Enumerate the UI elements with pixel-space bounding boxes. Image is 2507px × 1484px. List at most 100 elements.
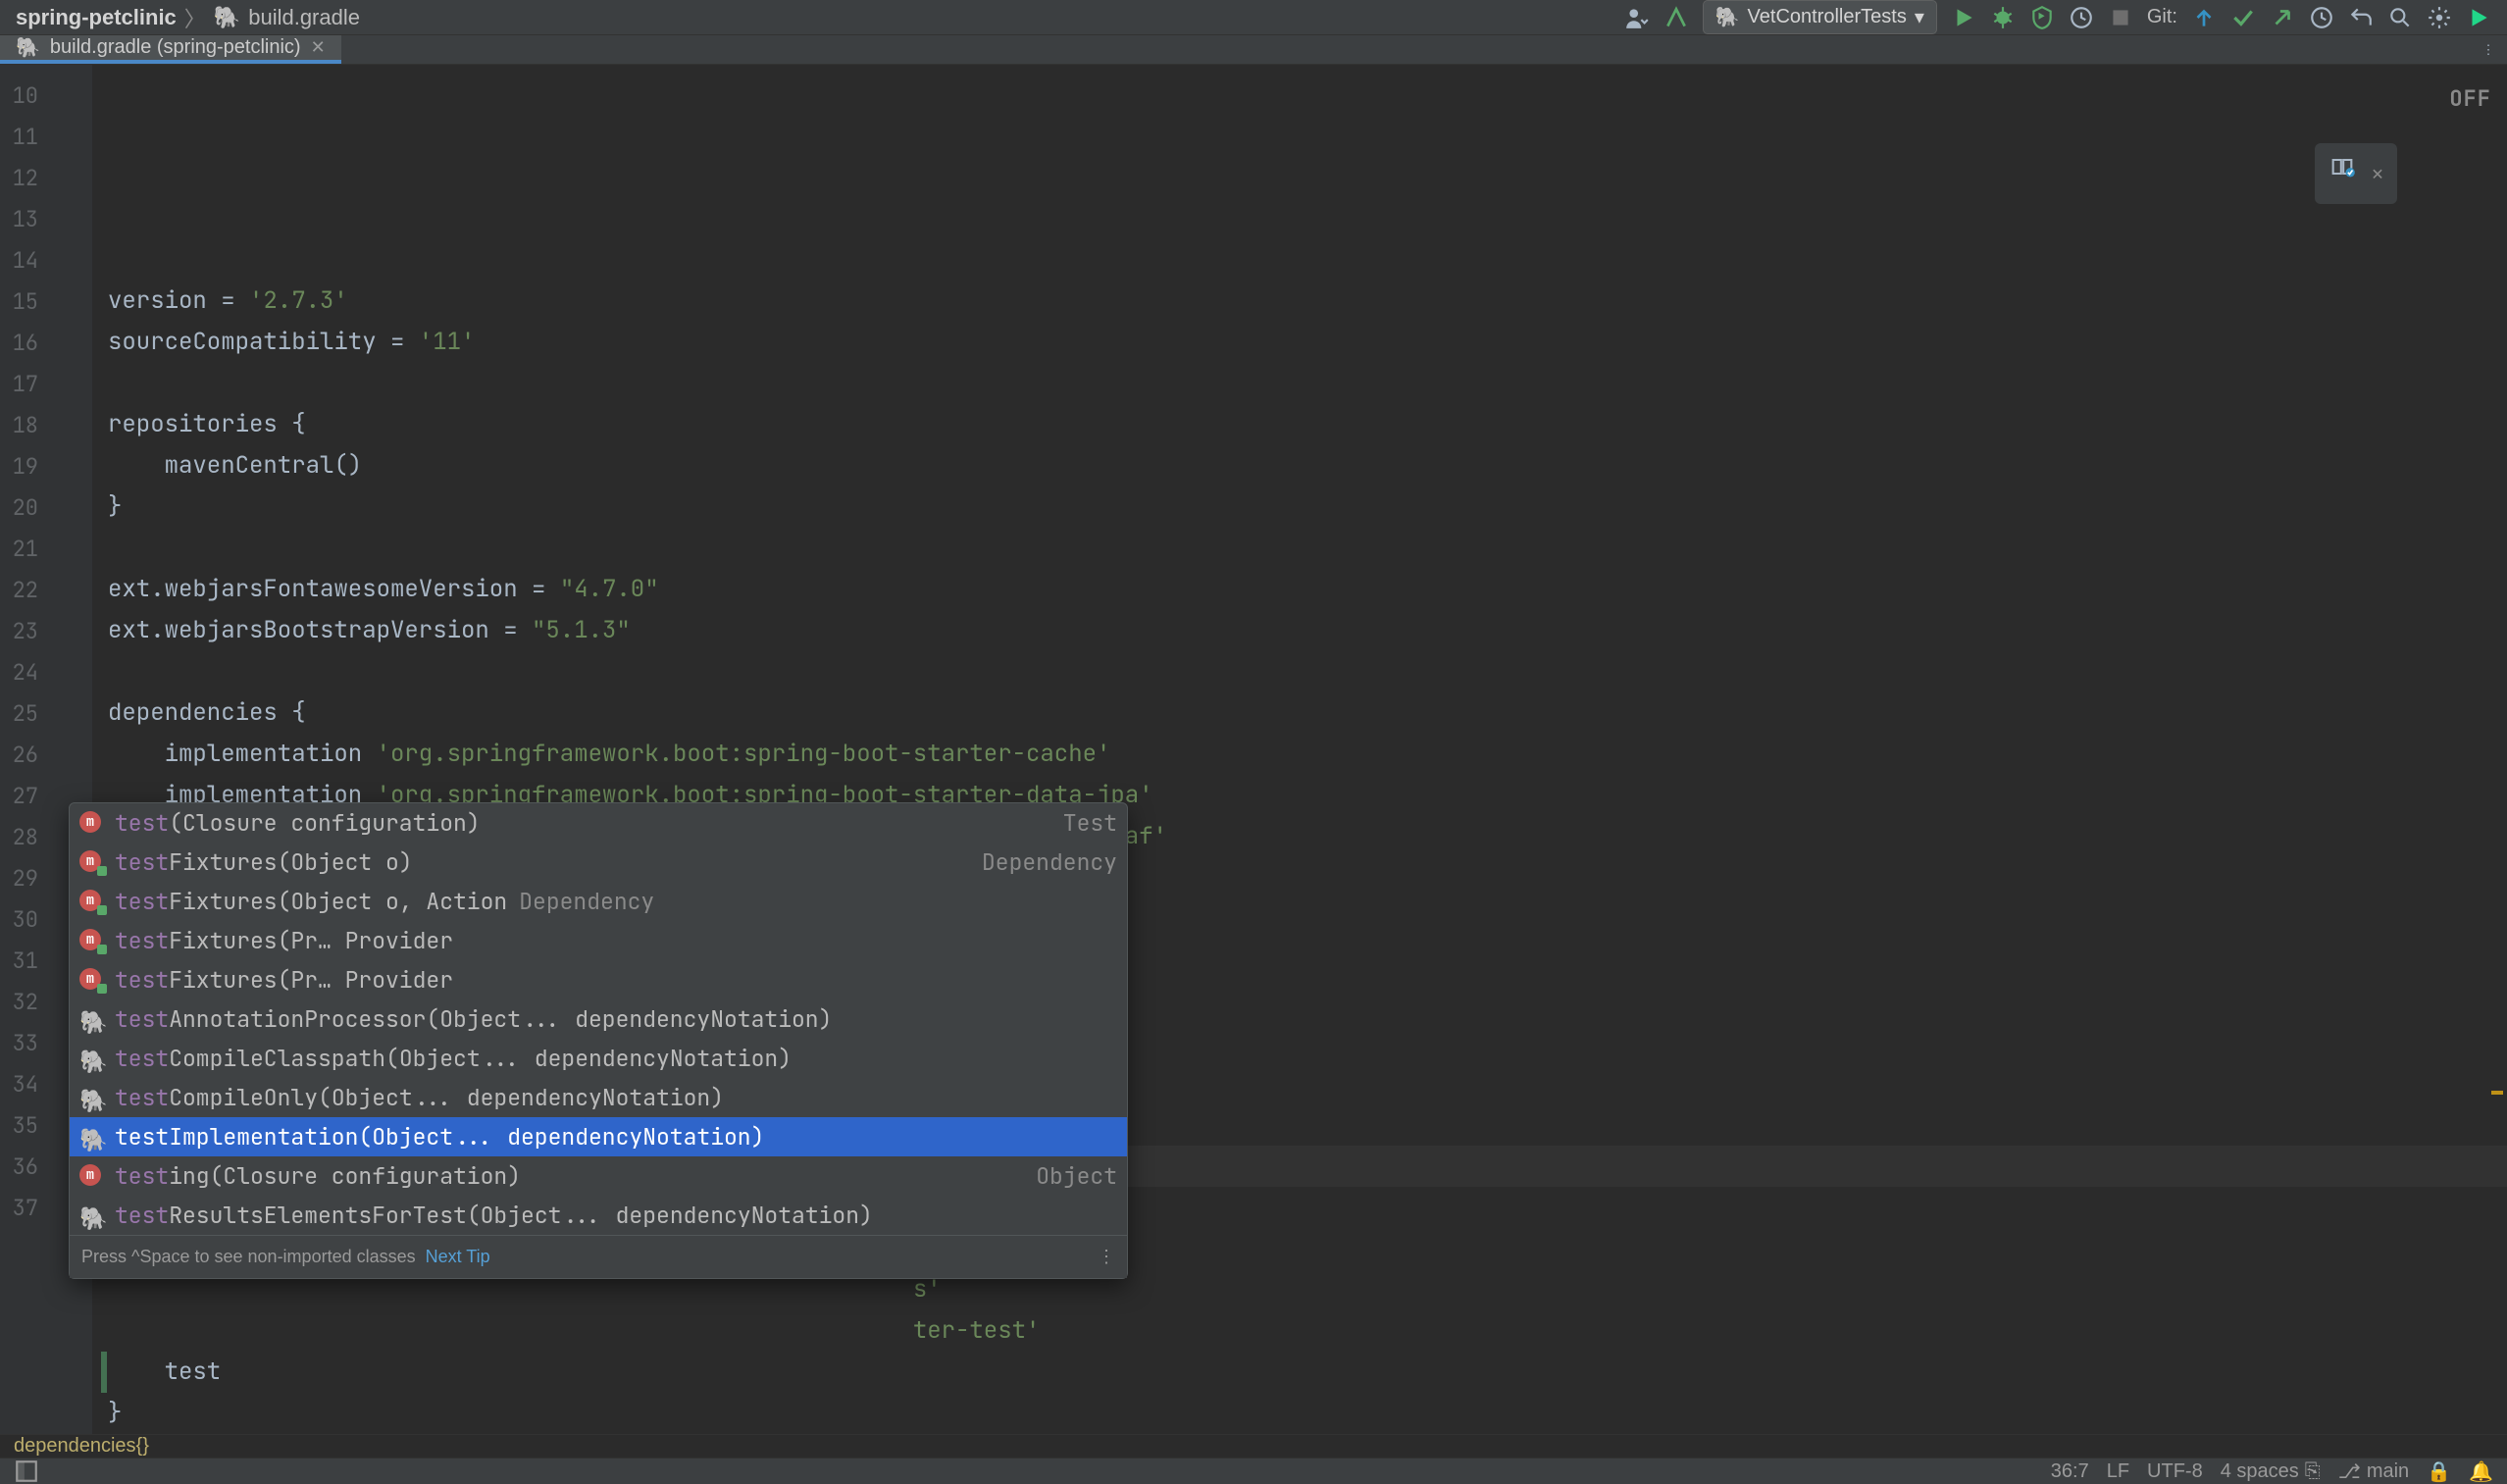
code-line[interactable]: dependencies { <box>108 692 2507 734</box>
line-number: 16 <box>0 322 91 363</box>
completion-item[interactable]: 🐘testCompileClasspath(Object... dependen… <box>70 1039 1127 1078</box>
update-project-icon[interactable] <box>2191 5 2217 30</box>
close-icon[interactable]: ✕ <box>2372 153 2383 194</box>
reader-mode-icon[interactable] <box>2328 153 2356 194</box>
gradle-icon: 🐘 <box>1715 5 1740 29</box>
line-number: 22 <box>0 569 91 610</box>
chevron-right-icon: 〉 <box>184 2 206 33</box>
completion-footer: Press ^Space to see non-imported classes… <box>70 1235 1127 1278</box>
completion-item[interactable]: mtesting(Closure configuration)Object <box>70 1156 1127 1196</box>
code-line[interactable]: sourceCompatibility = '11' <box>108 322 2507 363</box>
method-icon: m <box>79 850 101 872</box>
code-line[interactable]: implementation 'org.springframework.boot… <box>108 734 2507 775</box>
file-name[interactable]: build.gradle <box>248 5 360 30</box>
code-line[interactable]: version = '2.7.3' <box>108 281 2507 322</box>
code-line[interactable]: mavenCentral() <box>108 445 2507 486</box>
project-name[interactable]: spring-petclinic <box>16 5 177 30</box>
commit-icon[interactable] <box>2230 5 2256 30</box>
line-number: 20 <box>0 486 91 528</box>
line-number: 24 <box>0 651 91 692</box>
code-with-me-icon[interactable] <box>1624 5 1650 30</box>
more-icon[interactable]: ⋮ <box>2476 37 2501 63</box>
run-icon[interactable] <box>1951 5 1976 30</box>
line-number: 23 <box>0 610 91 651</box>
line-number: 12 <box>0 157 91 198</box>
git-branch[interactable]: ⎇ main <box>2338 1459 2409 1484</box>
reader-mode-banner: ✕ <box>2315 143 2397 204</box>
code-line[interactable]: ext.webjarsBootstrapVersion = "5.1.3" <box>108 610 2507 651</box>
jetbrains-icon[interactable] <box>2466 5 2491 30</box>
method-icon: m <box>79 968 101 990</box>
status-bar: 36:7 LF UTF-8 4 spaces ⎘ ⎇ main 🔒 🔔 <box>0 1458 2507 1484</box>
completion-item[interactable]: 🐘testImplementation(Object... dependency… <box>70 1117 1127 1156</box>
gradle-icon: 🐘 <box>79 1125 108 1149</box>
line-number: 26 <box>0 734 91 775</box>
tab-build-gradle[interactable]: 🐘 build.gradle (spring-petclinic) ✕ <box>0 35 341 64</box>
inspection-off-badge[interactable]: OFF <box>2449 78 2491 120</box>
more-icon[interactable]: ⋮ <box>1098 1247 1115 1267</box>
code-line[interactable]: ter-test' <box>108 1310 2507 1352</box>
git-label: Git: <box>2147 6 2177 28</box>
line-number: 10 <box>0 75 91 116</box>
caret-position[interactable]: 36:7 <box>2051 1460 2089 1483</box>
line-number: 14 <box>0 239 91 281</box>
breadcrumb: spring-petclinic 〉 🐘 build.gradle <box>16 2 360 33</box>
completion-item[interactable]: 🐘testAnnotationProcessor(Object... depen… <box>70 999 1127 1039</box>
run-config-selector[interactable]: 🐘 VetControllerTests ▾ <box>1703 0 1937 34</box>
line-separator[interactable]: LF <box>2107 1460 2129 1483</box>
tool-windows-icon[interactable] <box>14 1458 39 1484</box>
completion-item[interactable]: mtestFixtures(Object o, ActionDependency <box>70 882 1127 921</box>
code-line[interactable]: } <box>108 1393 2507 1434</box>
debug-icon[interactable] <box>1990 5 2016 30</box>
title-bar: spring-petclinic 〉 🐘 build.gradle 🐘 VetC… <box>0 0 2507 35</box>
code-line[interactable]: test <box>108 1352 2507 1393</box>
hint-text: Press ^Space to see non-imported classes <box>81 1247 416 1267</box>
line-number: 15 <box>0 281 91 322</box>
search-icon[interactable] <box>2387 5 2413 30</box>
push-icon[interactable] <box>2270 5 2295 30</box>
build-icon[interactable] <box>1663 5 1689 30</box>
tab-label: build.gradle (spring-petclinic) <box>50 36 301 59</box>
structure-breadcrumb[interactable]: dependencies{} <box>0 1434 2507 1458</box>
indent-widget[interactable]: 4 spaces ⎘ <box>2221 1460 2321 1483</box>
stop-icon[interactable] <box>2108 5 2133 30</box>
gradle-icon: 🐘 <box>79 1047 108 1070</box>
code-line[interactable]: } <box>108 486 2507 528</box>
completion-item[interactable]: 🐘testResultsElementsForTest(Object... de… <box>70 1196 1127 1235</box>
file-encoding[interactable]: UTF-8 <box>2147 1460 2203 1483</box>
completion-item[interactable]: mtestFixtures(Pr… Provider <box>70 921 1127 960</box>
branch-icon: ⎇ <box>2338 1459 2361 1484</box>
completion-popup[interactable]: mtest(Closure configuration)TestmtestFix… <box>69 802 1128 1279</box>
completion-item[interactable]: mtestFixtures(Object o)Dependency <box>70 843 1127 882</box>
line-number: 25 <box>0 692 91 734</box>
code-line[interactable]: ext.webjarsFontawesomeVersion = "4.7.0" <box>108 569 2507 610</box>
chevron-down-icon: ▾ <box>1915 5 1924 29</box>
line-number: 17 <box>0 363 91 404</box>
toolbar-right: 🐘 VetControllerTests ▾ Git: <box>1624 0 2491 34</box>
profile-icon[interactable] <box>2069 5 2094 30</box>
gradle-icon: 🐘 <box>214 5 240 30</box>
notifications-icon[interactable]: 🔔 <box>2469 1459 2493 1484</box>
code-line[interactable]: ​ <box>108 363 2507 404</box>
completion-item[interactable]: mtest(Closure configuration)Test <box>70 803 1127 843</box>
next-tip-link[interactable]: Next Tip <box>426 1247 490 1267</box>
history-icon[interactable] <box>2309 5 2334 30</box>
coverage-icon[interactable] <box>2029 5 2055 30</box>
method-icon: m <box>79 890 101 911</box>
line-number: 18 <box>0 404 91 445</box>
code-line[interactable]: repositories { <box>108 404 2507 445</box>
lock-icon[interactable]: 🔒 <box>2427 1459 2451 1484</box>
code-line[interactable]: ​ <box>108 651 2507 692</box>
line-number: 11 <box>0 116 91 157</box>
indent-icon: ⎘ <box>2305 1460 2321 1483</box>
editor[interactable]: 1011121314151617181920212223242526272829… <box>0 65 2507 1434</box>
settings-icon[interactable] <box>2427 5 2452 30</box>
code-line[interactable]: ​ <box>108 528 2507 569</box>
completion-item[interactable]: mtestFixtures(Pr… Provider <box>70 960 1127 999</box>
close-icon[interactable]: ✕ <box>311 37 326 58</box>
completion-item[interactable]: 🐘testCompileOnly(Object... dependencyNot… <box>70 1078 1127 1117</box>
status-right-group: 36:7 LF UTF-8 4 spaces ⎘ ⎇ main 🔒 🔔 <box>2051 1459 2493 1484</box>
rollback-icon[interactable] <box>2348 5 2374 30</box>
gradle-icon: 🐘 <box>79 1086 108 1109</box>
gradle-icon: 🐘 <box>16 35 40 60</box>
